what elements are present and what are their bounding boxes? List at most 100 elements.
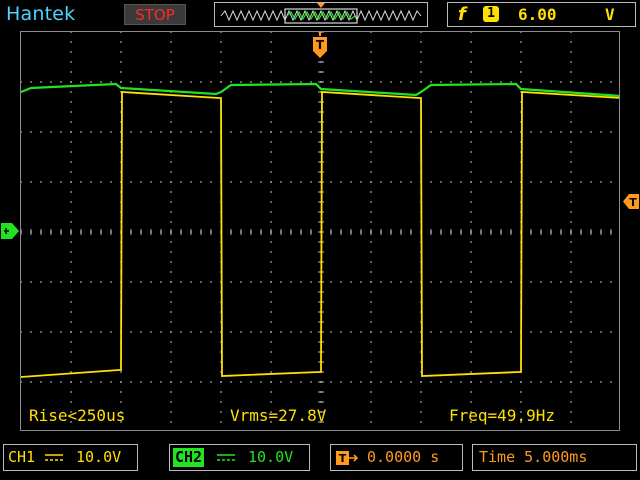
timebase-settings[interactable]: Time 5.000ms bbox=[472, 444, 637, 471]
graticule-dot bbox=[570, 251, 572, 253]
graticule-dot bbox=[570, 161, 572, 163]
graticule-dot bbox=[430, 131, 432, 133]
graticule-dot bbox=[510, 381, 512, 383]
graticule-dot bbox=[610, 81, 612, 83]
ch2-trace bbox=[21, 82, 619, 97]
graticule-dot bbox=[270, 381, 272, 383]
graticule-dot bbox=[140, 131, 142, 133]
graticule-dot bbox=[70, 71, 72, 73]
graticule-dot bbox=[60, 281, 62, 283]
graticule-dot bbox=[440, 81, 442, 83]
run-stop-indicator[interactable]: STOP bbox=[124, 4, 186, 25]
graticule-dot bbox=[290, 331, 292, 333]
graticule-dot bbox=[550, 81, 552, 83]
graticule-dot bbox=[170, 151, 172, 153]
svg-text:T: T bbox=[316, 38, 325, 52]
graticule-dot bbox=[570, 391, 572, 393]
graticule-dot bbox=[30, 281, 32, 283]
graticule-dot bbox=[600, 131, 602, 133]
trigger-settings[interactable]: f 1 6.00 V bbox=[447, 2, 636, 27]
graticule-dot bbox=[470, 171, 472, 173]
graticule-dot bbox=[520, 401, 522, 403]
graticule-dot bbox=[510, 331, 512, 333]
graticule-dot bbox=[290, 281, 292, 283]
graticule-dot bbox=[270, 391, 272, 393]
graticule-dot bbox=[190, 131, 192, 133]
graticule-dot bbox=[270, 191, 272, 193]
graticule-dot bbox=[270, 201, 272, 203]
graticule-dot bbox=[610, 281, 612, 283]
graticule-dot bbox=[280, 381, 282, 383]
graticule-dot bbox=[330, 381, 332, 383]
graticule-dot bbox=[570, 101, 572, 103]
ch2-settings[interactable]: CH2 10.0V bbox=[169, 444, 310, 471]
trigger-level-marker-icon[interactable]: T bbox=[622, 193, 640, 210]
graticule-dot bbox=[180, 131, 182, 133]
graticule-dot bbox=[250, 281, 252, 283]
graticule-dot bbox=[580, 331, 582, 333]
graticule-dot bbox=[220, 51, 222, 53]
graticule-dot bbox=[520, 41, 522, 43]
graticule-dot bbox=[370, 391, 372, 393]
graticule-dot bbox=[270, 241, 272, 243]
graticule-dot bbox=[530, 381, 532, 383]
graticule-dot bbox=[380, 81, 382, 83]
graticule-dot bbox=[70, 291, 72, 293]
graticule-dot bbox=[400, 131, 402, 133]
graticule-dot bbox=[130, 281, 132, 283]
graticule-dot bbox=[170, 331, 172, 333]
graticule-dot bbox=[230, 331, 232, 333]
graticule-dot bbox=[420, 421, 422, 423]
graticule-dot bbox=[340, 131, 342, 133]
graticule-dot bbox=[240, 181, 242, 183]
trigger-position-icon[interactable]: T bbox=[312, 32, 328, 62]
graticule-dot bbox=[70, 151, 72, 153]
graticule-dot bbox=[470, 101, 472, 103]
graticule-dot bbox=[180, 181, 182, 183]
graticule-dot bbox=[170, 251, 172, 253]
graticule-dot bbox=[370, 271, 372, 273]
waveform-display[interactable]: T Rise<250us Vrms=27.8V Freq=49.9Hz bbox=[20, 31, 620, 431]
graticule-dot bbox=[500, 131, 502, 133]
graticule-dot bbox=[330, 181, 332, 183]
graticule-dot bbox=[250, 331, 252, 333]
graticule-dot bbox=[390, 381, 392, 383]
graticule-dot bbox=[370, 151, 372, 153]
graticule-dot bbox=[470, 251, 472, 253]
graticule-dot bbox=[240, 381, 242, 383]
graticule-dot bbox=[570, 421, 572, 423]
graticule-dot bbox=[570, 201, 572, 203]
trigger-position-settings[interactable]: T 0.0000 s bbox=[330, 444, 463, 471]
graticule-dot bbox=[400, 181, 402, 183]
graticule-dot bbox=[300, 81, 302, 83]
graticule-dot bbox=[590, 131, 592, 133]
graticule-dot bbox=[260, 81, 262, 83]
ch1-ground-marker-icon[interactable] bbox=[0, 222, 20, 240]
graticule-dot bbox=[600, 331, 602, 333]
graticule-dot bbox=[480, 181, 482, 183]
graticule-dot bbox=[370, 411, 372, 413]
graticule-dot bbox=[540, 331, 542, 333]
ch1-settings[interactable]: CH1 10.0V bbox=[3, 444, 138, 471]
graticule-dot bbox=[470, 151, 472, 153]
graticule-dot bbox=[70, 251, 72, 253]
graticule-dot bbox=[470, 241, 472, 243]
trigger-level-value: 6.00 bbox=[518, 5, 557, 24]
graticule-dot bbox=[200, 281, 202, 283]
graticule-dot bbox=[70, 261, 72, 263]
graticule-dot bbox=[230, 281, 232, 283]
ch2-dc-coupling-icon bbox=[216, 445, 236, 470]
memory-timeline[interactable] bbox=[214, 2, 428, 27]
graticule-dot bbox=[460, 381, 462, 383]
graticule-dot bbox=[470, 111, 472, 113]
trigger-offset-icon-letter: T bbox=[339, 452, 347, 465]
graticule-dot bbox=[270, 281, 272, 283]
graticule-dot bbox=[480, 281, 482, 283]
graticule-dot bbox=[360, 181, 362, 183]
graticule-dot bbox=[80, 281, 82, 283]
graticule-dot bbox=[520, 71, 522, 73]
graticule-dot bbox=[470, 351, 472, 353]
graticule-dot bbox=[190, 181, 192, 183]
graticule-dot bbox=[520, 81, 522, 83]
graticule-dot bbox=[460, 131, 462, 133]
